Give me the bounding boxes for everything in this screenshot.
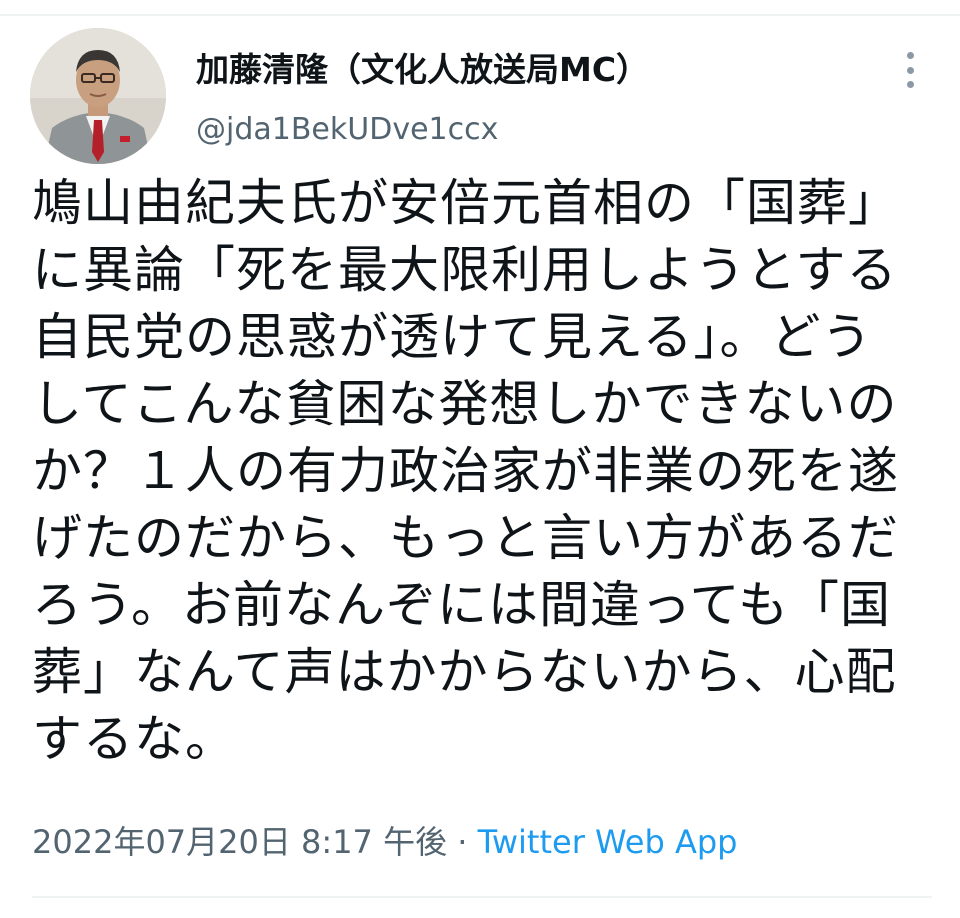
tweet-meta: 2022年07月20日 8:17 午後 · Twitter Web App — [32, 818, 737, 866]
author-block: 加藤清隆（文化人放送局MC） @jda1BekUDve1ccx — [196, 46, 649, 152]
tweet-text-line: するな。 — [32, 710, 236, 768]
tweet-text-line: 自民党の思惑が透けて見える」。どう — [32, 308, 873, 366]
more-vertical-icon — [906, 52, 914, 59]
tweet-text-line: 鳩山由紀夫氏が安倍元首相の「国葬」 — [32, 174, 899, 232]
tweet-text-line: か？１人の有力政治家が非業の死を遂 — [32, 442, 899, 500]
display-name[interactable]: 加藤清隆（文化人放送局MC） — [196, 46, 649, 94]
meta-separator: · — [447, 823, 478, 861]
more-vertical-icon-dot — [906, 81, 914, 88]
tweet-text-line: げたのだから、もっと言い方があるだ — [32, 509, 899, 567]
tweet-source-link[interactable]: Twitter Web App — [478, 823, 738, 861]
tweet-page: 加藤清隆（文化人放送局MC） @jda1BekUDve1ccx 鳩山由紀夫氏が安… — [0, 0, 960, 918]
handle[interactable]: @jda1BekUDve1ccx — [196, 108, 649, 152]
bottom-divider — [32, 896, 932, 898]
tweet-timestamp[interactable]: 2022年07月20日 8:17 午後 — [32, 823, 447, 861]
tweet-text-line: 葬」なんて声はかからないから、心配 — [32, 643, 897, 701]
top-divider — [0, 14, 960, 16]
avatar-photo — [30, 28, 166, 164]
more-options-button[interactable] — [896, 50, 924, 90]
tweet-text-line: に異論「死を最大限利用しようとする — [32, 241, 898, 299]
more-vertical-icon-dot — [906, 66, 914, 74]
tweet-text-line: してこんな貧困な発想しかできないの — [32, 375, 898, 433]
tweet-text-line: ろう。お前なんぞには間違っても「国 — [32, 576, 891, 634]
tweet-text: 鳩山由紀夫氏が安倍元首相の「国葬」 に異論「死を最大限利用しようとする 自民党の… — [32, 170, 932, 773]
avatar[interactable] — [30, 28, 166, 164]
